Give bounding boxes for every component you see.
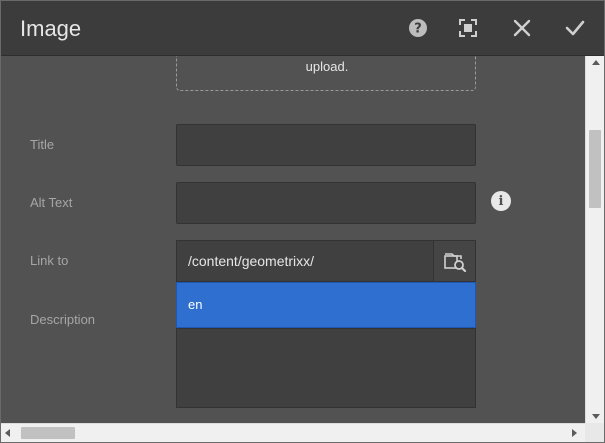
autocomplete-option[interactable]: en <box>176 282 476 328</box>
scrollbar-corner <box>585 423 604 442</box>
fullscreen-icon <box>459 19 477 37</box>
vertical-scroll-thumb[interactable] <box>589 130 601 208</box>
help-icon: ? <box>409 19 427 37</box>
scroll-left-arrow-icon[interactable] <box>5 429 10 437</box>
info-icon[interactable]: i <box>491 191 511 211</box>
autocomplete-option-label: en <box>188 297 203 312</box>
svg-text:?: ? <box>414 22 422 37</box>
dialog-header: Image ? <box>1 1 604 56</box>
title-label: Title <box>30 137 55 152</box>
scroll-right-arrow-icon[interactable] <box>572 429 577 437</box>
image-dialog: Image ? upload. Title Alt Text i Link to… <box>0 0 605 443</box>
close-button[interactable] <box>509 15 535 41</box>
description-textarea[interactable] <box>176 328 476 408</box>
dialog-content: upload. Title Alt Text i Link to /conten… <box>1 56 585 423</box>
upload-dropzone[interactable]: upload. <box>176 56 476 91</box>
link-to-input[interactable]: /content/geometrixx/ <box>176 240 434 282</box>
horizontal-scroll-thumb[interactable] <box>21 427 75 439</box>
alt-text-label: Alt Text <box>30 195 73 210</box>
alt-text-input[interactable] <box>176 182 476 224</box>
title-input[interactable] <box>176 124 476 166</box>
browse-path-button[interactable] <box>433 240 476 282</box>
folder-search-icon <box>443 253 466 272</box>
description-label: Description <box>30 312 96 327</box>
link-to-label: Link to <box>30 253 69 268</box>
close-icon <box>513 19 531 37</box>
fullscreen-button[interactable] <box>455 15 481 41</box>
help-button[interactable]: ? <box>405 15 431 41</box>
checkmark-icon <box>565 20 585 36</box>
dialog-title: Image <box>20 16 82 41</box>
done-button[interactable] <box>562 15 588 41</box>
scroll-down-arrow-icon[interactable] <box>592 414 600 419</box>
scroll-up-arrow-icon[interactable] <box>592 60 600 65</box>
upload-text: upload. <box>305 59 349 74</box>
horizontal-scrollbar[interactable] <box>1 423 585 442</box>
vertical-scrollbar[interactable] <box>585 56 604 423</box>
